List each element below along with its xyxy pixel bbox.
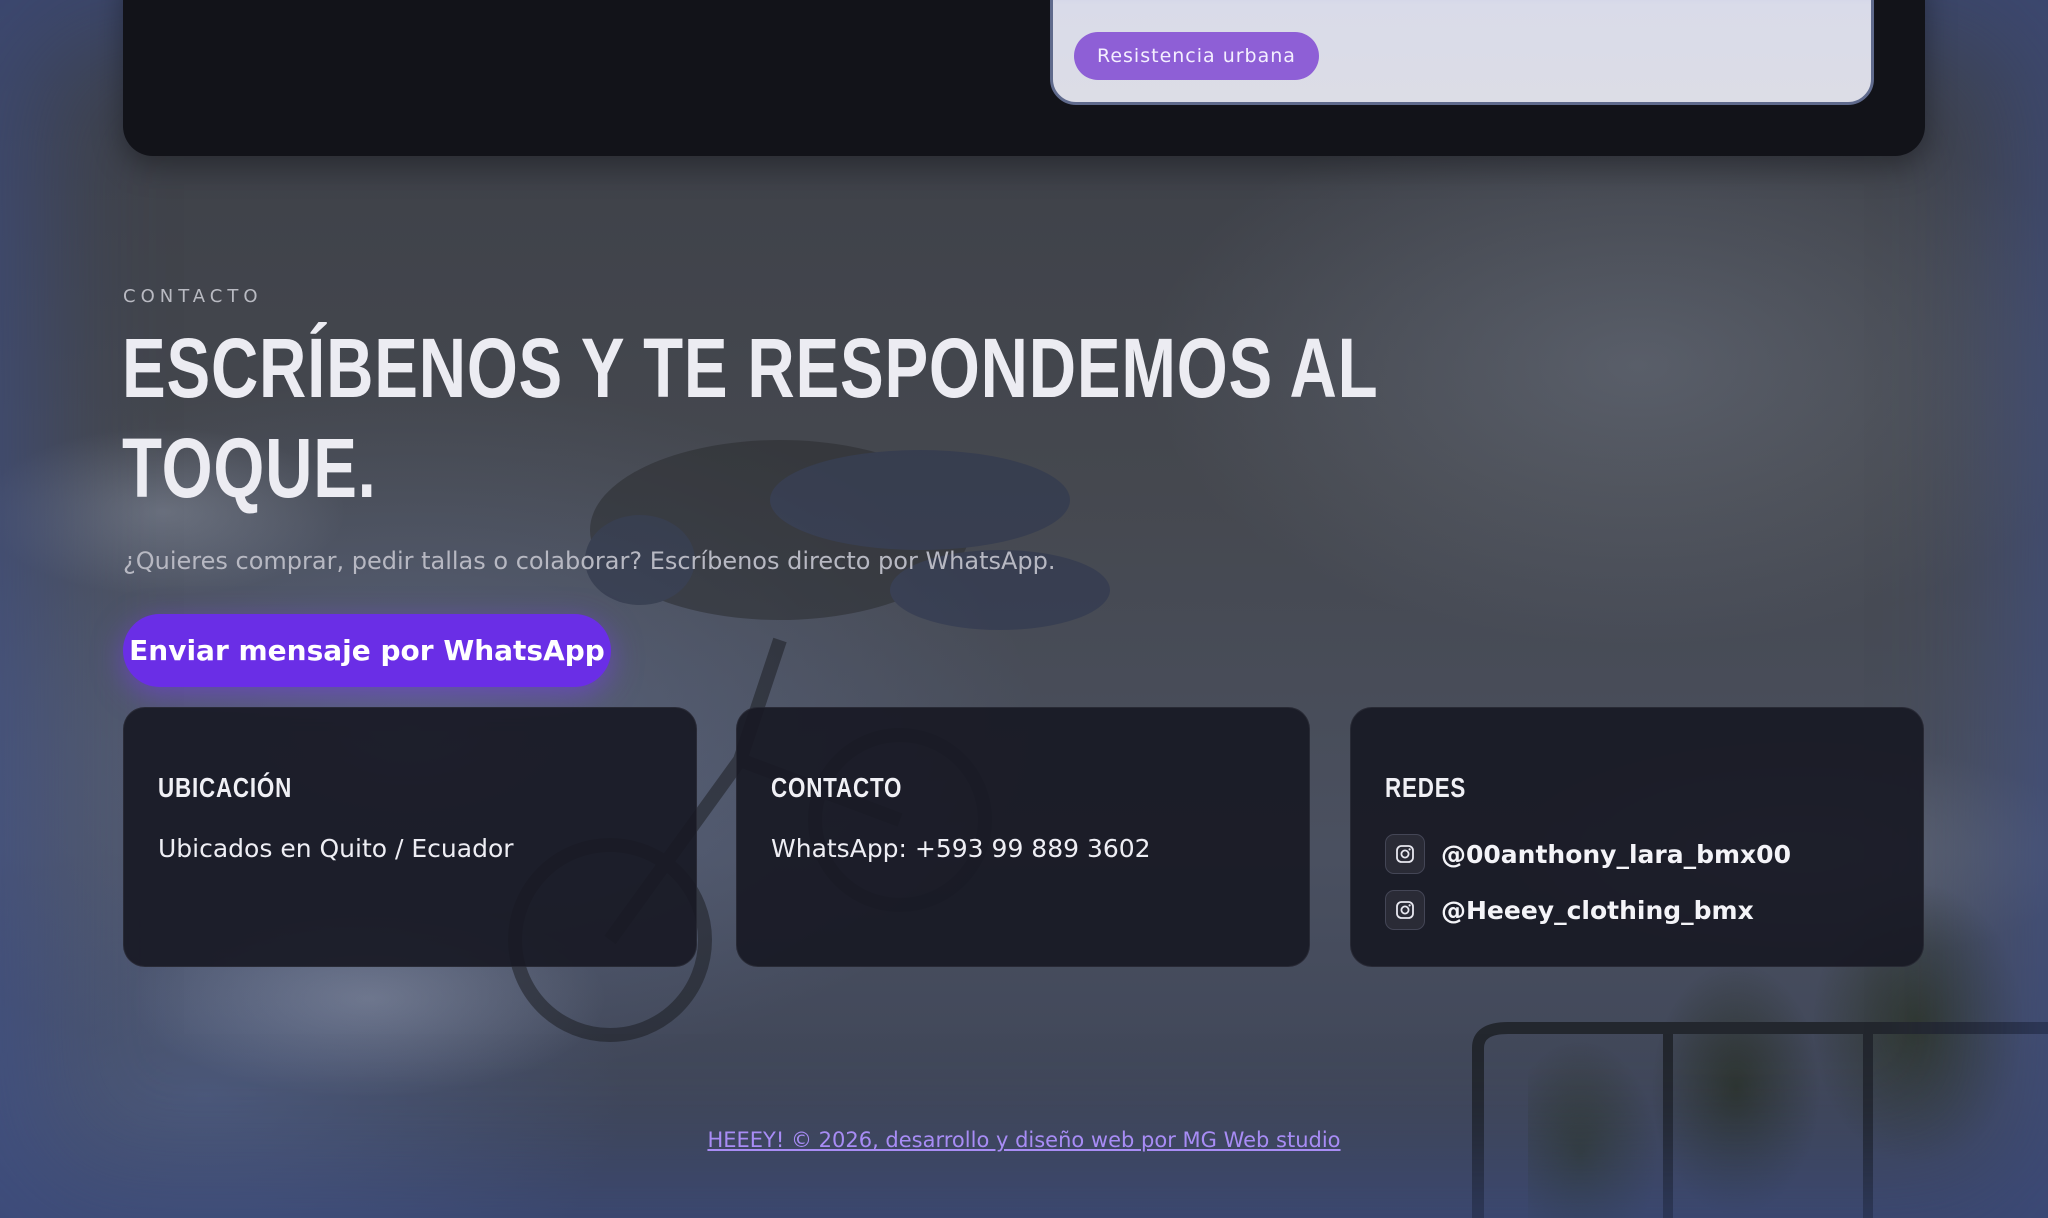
social-item[interactable]: @00anthony_lara_bmx00 [1385,834,1889,874]
instagram-link[interactable]: @Heeey_clothing_bmx [1441,896,1754,925]
location-text: Ubicados en Quito / Ecuador [158,834,514,863]
location-card-title: Ubicación [158,772,293,803]
headline-line-2: toque. [122,421,377,515]
tag-badge: Resistencia urbana [1074,32,1319,80]
headline-line-1: Escríbenos y te respondemos al [122,321,1379,415]
instagram-link[interactable]: @00anthony_lara_bmx00 [1441,840,1791,869]
section-eyebrow: CONTACTO [123,286,263,307]
contact-card: Contacto WhatsApp: +593 99 889 3602 [736,707,1310,967]
whatsapp-button[interactable]: Enviar mensaje por WhatsApp [123,614,611,687]
instagram-icon [1385,890,1425,930]
location-card: Ubicación Ubicados en Quito / Ecuador [123,707,697,967]
contact-card-title: Contacto [771,772,903,803]
social-item[interactable]: @Heeey_clothing_bmx [1385,890,1889,930]
social-card: Redes @00anthony_lara_bmx00 @Heeey_cloth… [1350,707,1924,967]
whatsapp-number: WhatsApp: +593 99 889 3602 [771,834,1151,863]
social-card-title: Redes [1385,772,1467,803]
footer: HEEEY! © 2026, desarrollo y diseño web p… [0,1128,2048,1152]
footer-credit-link[interactable]: HEEEY! © 2026, desarrollo y diseño web p… [707,1128,1340,1152]
instagram-icon [1385,834,1425,874]
section-headline: Escríbenos y te respondemos al toque. [122,318,1379,518]
section-subtitle: ¿Quieres comprar, pedir tallas o colabor… [123,547,1056,575]
